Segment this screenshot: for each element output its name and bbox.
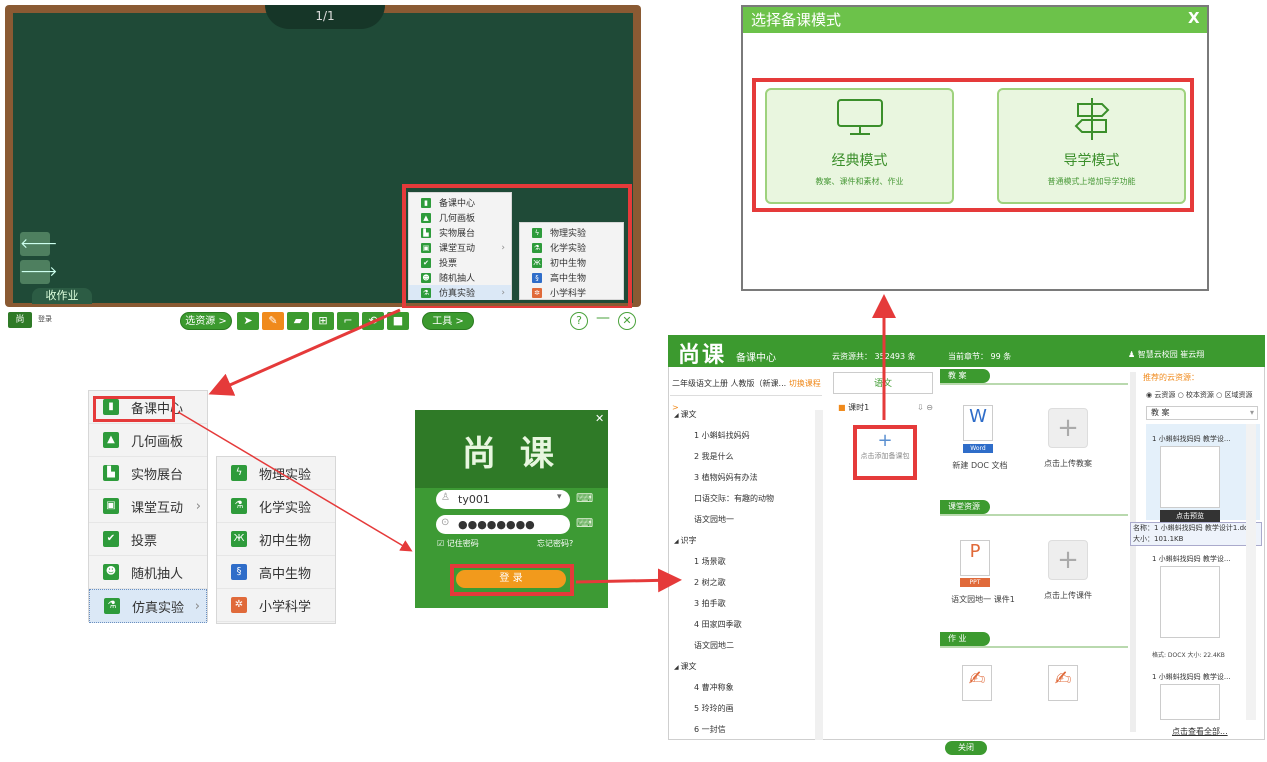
flow-arrows [177,294,896,593]
arrow-to-app [575,568,682,593]
arrow-to-login [177,411,413,552]
arrow-to-menu [208,308,401,396]
